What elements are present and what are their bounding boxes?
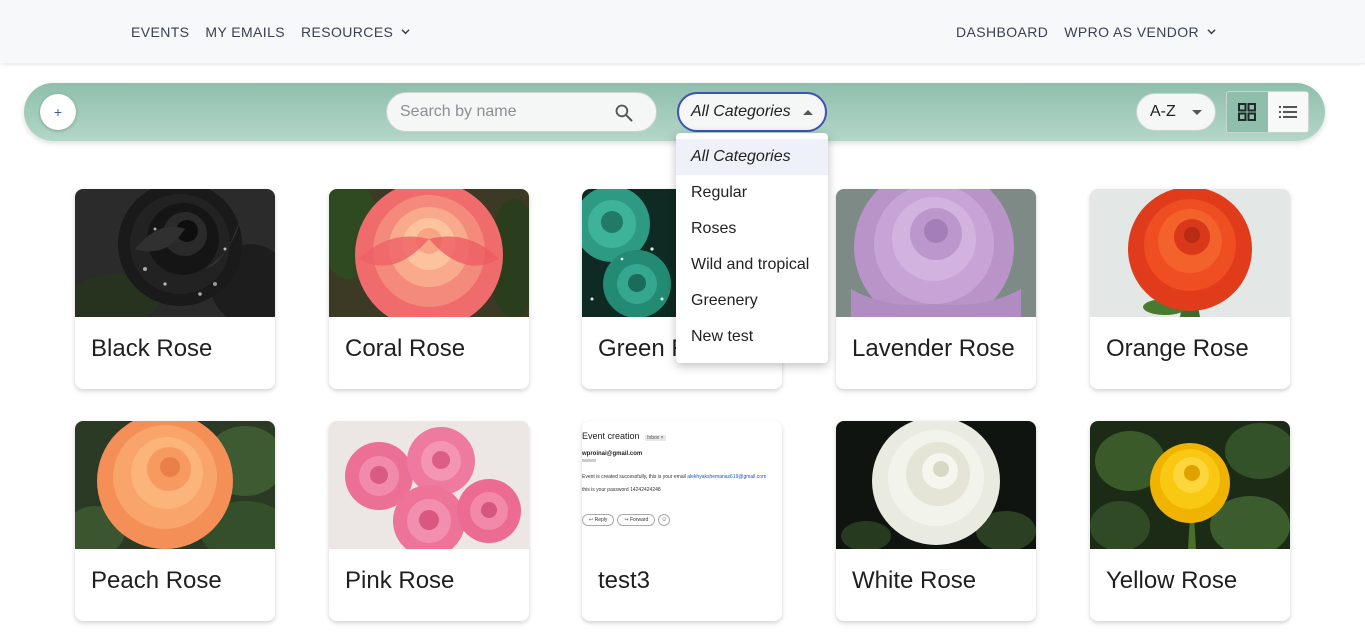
card-title: test3 xyxy=(598,567,651,594)
test3-email-preview: Event creation Inbox × wproinai@gmail.co… xyxy=(582,421,782,549)
preview-from: wproinai@gmail.com xyxy=(582,451,643,457)
nav-vendor-label: WPRO AS VENDOR xyxy=(1064,23,1200,40)
caret-up-icon xyxy=(803,110,813,115)
preview-line2: this is your password 14242424248 xyxy=(582,487,661,493)
filter-toolbar: + All Categories A-Z xyxy=(24,83,1325,141)
category-option-roses[interactable]: Roses xyxy=(676,211,828,247)
preview-subject: Event creation xyxy=(582,431,640,441)
peach-rose-image xyxy=(75,421,275,549)
product-card-pink-rose[interactable]: Pink Rose xyxy=(329,421,529,621)
preview-tag: Inbox × xyxy=(645,435,666,441)
black-rose-image xyxy=(75,189,275,317)
product-card-test3[interactable]: Event creation Inbox × wproinai@gmail.co… xyxy=(582,421,782,621)
preview-email: alekhyakshemanas619@gmail.com xyxy=(687,474,767,480)
product-card-black-rose[interactable]: Black Rose xyxy=(75,189,275,389)
nav-events-link[interactable]: EVENTS xyxy=(131,24,189,40)
coral-rose-image xyxy=(329,189,529,317)
search-box xyxy=(386,92,657,132)
list-view-button[interactable] xyxy=(1267,92,1308,132)
category-option-regular[interactable]: Regular xyxy=(676,175,828,211)
search-icon[interactable] xyxy=(614,103,634,123)
sort-select-value: A-Z xyxy=(1150,103,1176,120)
product-card-coral-rose[interactable]: Coral Rose xyxy=(329,189,529,389)
preview-reply-button: ↩ Reply xyxy=(582,514,615,526)
pink-rose-image xyxy=(329,421,529,549)
search-input[interactable] xyxy=(400,103,600,121)
white-rose-image xyxy=(836,421,1036,549)
product-card-orange-rose[interactable]: Orange Rose xyxy=(1090,189,1290,389)
nav-my-emails-label: MY EMAILS xyxy=(205,23,286,40)
yellow-rose-image xyxy=(1090,421,1290,549)
nav-resources-label: RESOURCES xyxy=(301,23,394,40)
product-card-lavender-rose[interactable]: Lavender Rose xyxy=(836,189,1036,389)
product-card-peach-rose[interactable]: Peach Rose xyxy=(75,421,275,621)
preview-forward-label: Forward xyxy=(629,517,649,523)
product-card-white-rose[interactable]: White Rose xyxy=(836,421,1036,621)
view-toggle xyxy=(1226,91,1309,133)
card-title: Black Rose xyxy=(91,335,213,362)
nav-resources-menu[interactable]: RESOURCES xyxy=(301,24,410,40)
preview-emoji-icon: ☺ xyxy=(658,514,671,526)
category-option-all[interactable]: All Categories xyxy=(676,139,828,175)
chevron-down-icon xyxy=(1207,29,1216,35)
list-icon xyxy=(1278,106,1297,118)
nav-right: DASHBOARD WPRO AS VENDOR xyxy=(956,0,1216,63)
chevron-down-icon xyxy=(401,29,410,35)
card-title: Orange Rose xyxy=(1106,335,1249,362)
card-title: White Rose xyxy=(852,567,977,594)
card-title: Peach Rose xyxy=(91,567,222,594)
lavender-rose-image xyxy=(836,189,1036,317)
nav-my-emails-link[interactable]: MY EMAILS xyxy=(205,24,285,40)
category-option-wild-tropical[interactable]: Wild and tropical xyxy=(676,247,828,283)
category-dropdown-menu: All Categories Regular Roses Wild and tr… xyxy=(676,133,828,363)
caret-down-icon xyxy=(1192,110,1202,115)
preview-line1: Event is created successfully, this is y… xyxy=(582,474,686,480)
preview-reply-label: Reply xyxy=(594,517,608,523)
card-title: Lavender Rose xyxy=(852,335,1015,362)
card-title: Pink Rose xyxy=(345,567,455,594)
nav-dashboard-link[interactable]: DASHBOARD xyxy=(956,24,1048,40)
category-option-new-test[interactable]: New test xyxy=(676,319,828,355)
nav-events-label: EVENTS xyxy=(131,23,190,40)
nav-vendor-menu[interactable]: WPRO AS VENDOR xyxy=(1064,24,1216,40)
card-title: Coral Rose xyxy=(345,335,466,362)
orange-rose-image xyxy=(1090,189,1290,317)
nav-dashboard-label: DASHBOARD xyxy=(956,23,1049,40)
category-select-value: All Categories xyxy=(691,103,791,120)
category-select[interactable]: All Categories xyxy=(677,92,827,132)
category-option-greenery[interactable]: Greenery xyxy=(676,283,828,319)
card-title: Yellow Rose xyxy=(1106,567,1238,594)
preview-to-line xyxy=(582,459,596,462)
sort-select[interactable]: A-Z xyxy=(1136,93,1216,131)
grid-icon xyxy=(1238,103,1257,121)
grid-view-button[interactable] xyxy=(1227,92,1268,132)
product-card-yellow-rose[interactable]: Yellow Rose xyxy=(1090,421,1290,621)
preview-forward-button: ↪ Forward xyxy=(617,514,656,526)
nav-left: EVENTS MY EMAILS RESOURCES xyxy=(131,0,410,63)
top-navbar: EVENTS MY EMAILS RESOURCES DASHBOARD WPR… xyxy=(0,0,1365,63)
add-item-button[interactable]: + xyxy=(40,94,76,130)
